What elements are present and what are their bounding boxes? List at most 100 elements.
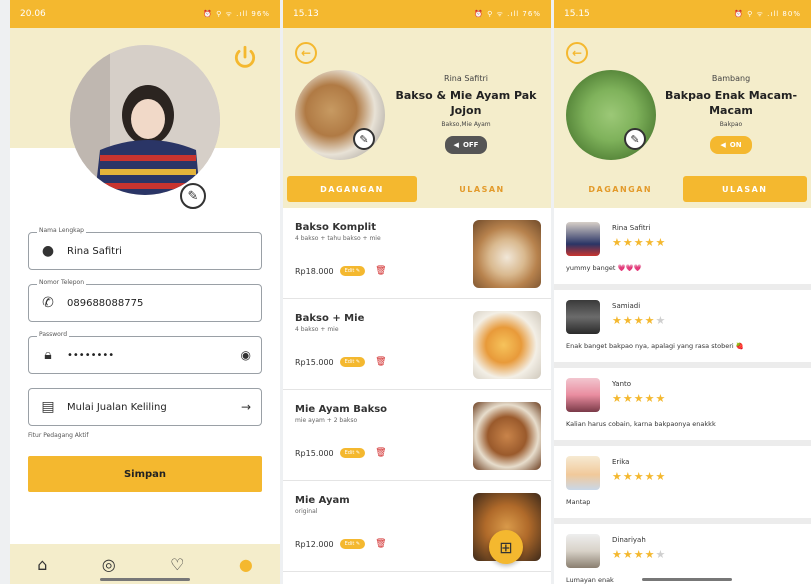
user-icon[interactable]: ●	[239, 555, 253, 574]
menu-item-price: Rp15.000	[295, 357, 334, 367]
avatar	[566, 222, 600, 256]
back-icon[interactable]: ←	[295, 42, 317, 64]
open-toggle[interactable]: ◀ ON	[710, 135, 752, 154]
store-photo: ✎	[566, 70, 656, 160]
save-button[interactable]: Simpan	[28, 456, 262, 492]
compass-icon[interactable]: ◎	[102, 555, 116, 574]
power-icon[interactable]	[232, 44, 258, 70]
list-item: Rina Safitri ★★★★★ yummy banget 💗💗💗	[554, 212, 811, 290]
phone-icon: ✆	[42, 295, 54, 311]
home-icon[interactable]: ⌂	[37, 555, 47, 574]
phone-field-label: Nomor Telepon	[37, 279, 87, 286]
password-field-value: ••••••••	[67, 349, 115, 361]
start-selling-button[interactable]: ▤ Mulai Jualan Keliling →	[28, 388, 262, 426]
status-bar: 20.06 ⏰ ⚲ ᯤ .ıll 96%	[10, 0, 280, 28]
list-item: Yanto ★★★★★ Kalian harus cobain, karna b…	[554, 368, 811, 446]
edit-photo-icon[interactable]: ✎	[353, 128, 375, 150]
bottom-nav: ⌂ ◎ ♡ ●	[10, 544, 280, 584]
edit-button[interactable]: Edit ✎	[339, 266, 366, 276]
reviewer-name: Samiadi	[612, 302, 641, 310]
password-field-label: Password	[37, 331, 70, 338]
name-field-value: Rina Safitri	[67, 245, 122, 257]
tab-dagangan[interactable]: DAGANGAN	[287, 176, 417, 202]
review-text: Lumayan enak	[566, 576, 614, 584]
trash-icon[interactable]: 🗑︎	[375, 357, 386, 367]
gesture-bar	[100, 578, 190, 581]
edit-button[interactable]: Edit ✎	[339, 357, 366, 367]
arrow-right-icon: →	[240, 400, 251, 414]
owner-name: Bambang	[711, 74, 751, 83]
edit-button[interactable]: Edit ✎	[339, 448, 366, 458]
start-selling-label: Mulai Jualan Keliling	[67, 401, 167, 413]
add-menu-button[interactable]: ⊞	[489, 530, 523, 564]
toggle-label: ON	[729, 140, 742, 149]
review-text: Enak banget bakpao nya, apalagi yang ras…	[566, 342, 744, 350]
avatar	[566, 378, 600, 412]
list-item: Erika ★★★★★ Mantap	[554, 446, 811, 524]
reviewer-name: Dinariyah	[612, 536, 646, 544]
list-item[interactable]: Bakso Komplit 4 bakso + tahu bakso + mie…	[283, 208, 551, 299]
review-list: Rina Safitri ★★★★★ yummy banget 💗💗💗 Sami…	[554, 212, 811, 584]
status-icons: ⏰ ⚲ ᯤ .ıll 96%	[203, 9, 270, 18]
list-item: Samiadi ★★★★★ Enak banget bakpao nya, ap…	[554, 290, 811, 368]
status-time: 20.06	[20, 9, 46, 19]
megaphone-icon: ◀	[720, 140, 726, 149]
trash-icon[interactable]: 🗑︎	[375, 539, 386, 549]
reviewer-name: Rina Safitri	[612, 224, 651, 232]
review-text: yummy banget 💗💗💗	[566, 264, 642, 272]
edit-photo-icon[interactable]: ✎	[624, 128, 646, 150]
tab-ulasan[interactable]: ULASAN	[682, 176, 807, 202]
gesture-bar	[642, 578, 732, 581]
phone-field-value: 089688088775	[67, 297, 144, 309]
star-rating: ★★★★★	[612, 392, 667, 405]
trash-icon[interactable]: 🗑︎	[375, 448, 386, 458]
open-toggle[interactable]: ◀ OFF	[445, 135, 487, 154]
reviewer-name: Erika	[612, 458, 630, 466]
megaphone-icon: ◀	[453, 140, 459, 149]
store-name: Bakpao Enak Macam-Macam	[664, 89, 798, 117]
star-rating: ★★★★★	[612, 314, 667, 327]
store-info: Rina Safitri Bakso & Mie Ayam Pak Jojon …	[391, 74, 541, 154]
store-header: ← ✎ Bambang Bakpao Enak Macam-Macam Bakp…	[554, 28, 811, 208]
store-reviews-screen: 15.15 ⏰ ⚲ ᯤ .ıll 80% ← ✎ Bambang Bakpao …	[554, 0, 811, 584]
password-field[interactable]: Password 🔒︎ •••••••• ◉	[28, 331, 262, 374]
store-icon: ▤	[41, 399, 55, 415]
status-bar: 15.15 ⏰ ⚲ ᯤ .ıll 80%	[554, 0, 811, 28]
review-text: Kalian harus cobain, karna bakpaonya ena…	[566, 420, 716, 428]
store-photo: ✎	[295, 70, 385, 160]
menu-item-photo	[473, 311, 541, 379]
trash-icon[interactable]: 🗑︎	[375, 266, 386, 276]
edit-avatar-icon[interactable]: ✎	[180, 183, 206, 209]
heart-icon[interactable]: ♡	[170, 555, 184, 574]
account-icon: ●	[41, 243, 55, 259]
menu-item-price: Rp15.000	[295, 448, 334, 458]
list-item: Dinariyah ★★★★★ Lumayan enak	[554, 524, 811, 584]
edit-button[interactable]: Edit ✎	[339, 539, 366, 549]
eye-icon[interactable]: ◉	[241, 348, 251, 362]
lock-icon: 🔒︎	[44, 347, 52, 363]
store-category: Bakso,Mie Ayam	[441, 120, 491, 128]
star-rating: ★★★★★	[612, 236, 667, 249]
avatar	[566, 456, 600, 490]
phone-field[interactable]: Nomor Telepon ✆ 089688088775	[28, 279, 262, 322]
store-name: Bakso & Mie Ayam Pak Jojon	[395, 89, 537, 117]
status-bar: 15.13 ⏰ ⚲ ᯤ .ıll 76%	[283, 0, 551, 28]
menu-item-photo	[473, 220, 541, 288]
name-field[interactable]: Nama Lengkap ● Rina Safitri	[28, 227, 262, 270]
list-item[interactable]: Mie Ayam Bakso mie ayam + 2 bakso Rp15.0…	[283, 390, 551, 481]
avatar	[566, 300, 600, 334]
profile-screen: 20.06 ⏰ ⚲ ᯤ .ıll 96% ✎ Nama Lengkap ● Ri…	[10, 0, 280, 584]
star-rating: ★★★★★	[612, 548, 667, 561]
menu-item-photo	[473, 402, 541, 470]
store-header: ← ✎ Rina Safitri Bakso & Mie Ayam Pak Jo…	[283, 28, 551, 208]
back-icon[interactable]: ←	[566, 42, 588, 64]
profile-form: Nama Lengkap ● Rina Safitri Nomor Telepo…	[28, 227, 262, 439]
tab-dagangan[interactable]: DAGANGAN	[558, 176, 683, 202]
list-item[interactable]: Bakso + Mie 4 bakso + mie Rp15.000 Edit …	[283, 299, 551, 390]
tab-ulasan[interactable]: ULASAN	[417, 176, 547, 202]
status-icons: ⏰ ⚲ ᯤ .ıll 76%	[474, 9, 541, 18]
screenshot-collage: 20.06 ⏰ ⚲ ᯤ .ıll 96% ✎ Nama Lengkap ● Ri…	[0, 0, 811, 584]
name-field-label: Nama Lengkap	[37, 227, 86, 234]
menu-list: Bakso Komplit 4 bakso + tahu bakso + mie…	[283, 208, 551, 572]
star-rating: ★★★★★	[612, 470, 667, 483]
